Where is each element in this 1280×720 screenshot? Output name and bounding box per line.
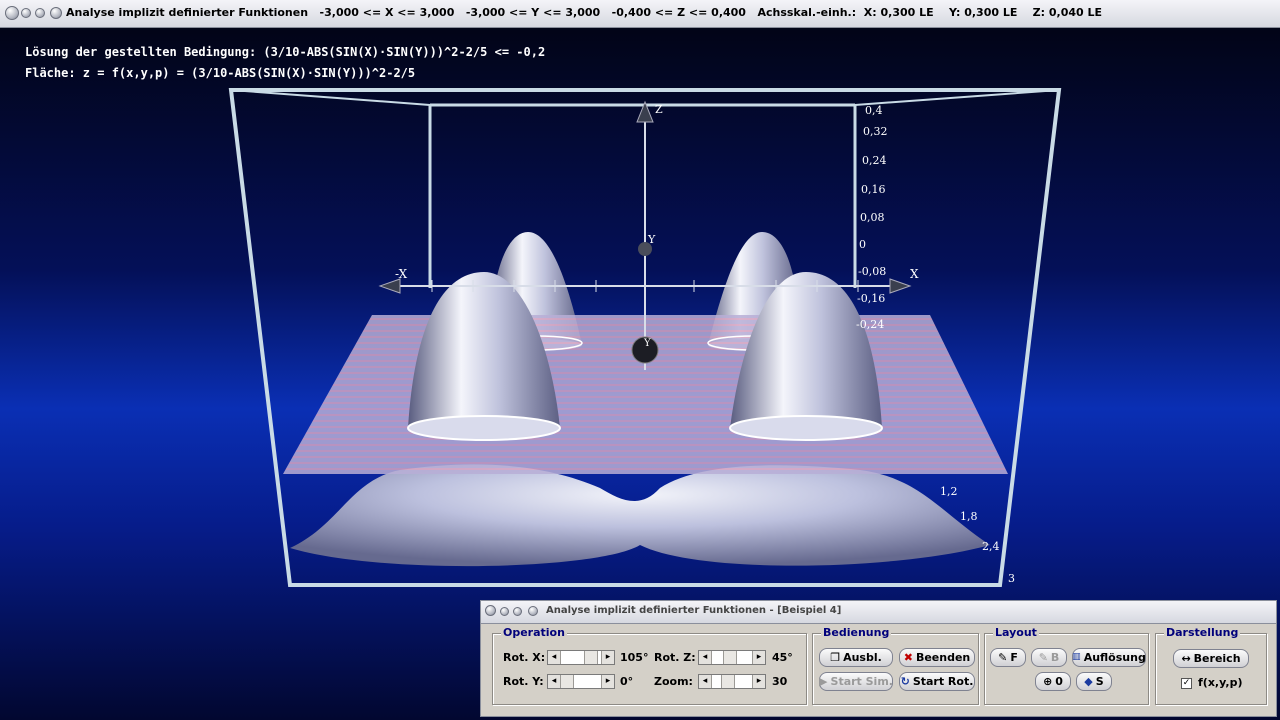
control-panel: Analyse implizit definierter Funktionen … [480, 600, 1277, 717]
layout-group-label: Layout [993, 626, 1039, 639]
neg-x-arrow [378, 278, 401, 294]
menu-circle-icon[interactable] [5, 6, 19, 20]
z-tick: 0,4 [865, 104, 883, 117]
s-button-label: S [1095, 675, 1104, 688]
y-tick: 1,2 [940, 485, 958, 498]
range-icon: ↔ [1181, 652, 1191, 665]
rotate-icon: ↻ [900, 675, 910, 688]
z-tick: 0,32 [863, 125, 888, 138]
panel-menu-circle-icon[interactable] [485, 605, 496, 616]
z-tick: -0,16 [857, 292, 886, 305]
title-bar: Analyse implizit definierter Funktionen … [0, 0, 1280, 28]
bedienung-group-label: Bedienung [821, 626, 892, 639]
rot-y-label: Rot. Y: [503, 675, 544, 688]
z-tick: -0,08 [858, 265, 887, 278]
bereich-button[interactable]: ↔ Bereich [1173, 649, 1249, 668]
pos-x-label: X [910, 267, 919, 281]
aufloesung-button-label: Auflösung [1083, 651, 1146, 664]
rot-x-value: 105° [620, 651, 649, 664]
b-button[interactable]: ✎ B [1031, 648, 1067, 667]
operation-group-label: Operation [501, 626, 567, 639]
beenden-button-label: Beenden [915, 651, 971, 664]
rot-z-slider-thumb[interactable] [723, 651, 737, 664]
bedienung-group: Bedienung ❐ Ausbl. ✖ Beenden ▶ Start Sim… [812, 626, 979, 705]
origin-button-label: 0 [1055, 675, 1063, 688]
fxyp-label: f(x,y,p) [1198, 676, 1243, 689]
rot-x-slider-thumb[interactable] [584, 651, 598, 664]
z-tick: 0,24 [862, 154, 887, 167]
grid-icon: ▥ [1072, 652, 1081, 662]
window-icon [50, 7, 62, 19]
panel-maximize-circle-icon[interactable] [513, 607, 522, 616]
bereich-button-label: Bereich [1193, 652, 1241, 665]
rot-y-slider-thumb[interactable] [560, 675, 574, 688]
pen-icon: ✎ [998, 651, 1008, 664]
minimize-circle-icon[interactable] [21, 8, 31, 18]
start-sim-button[interactable]: ▶ Start Sim. [819, 672, 893, 691]
rot-x-left-arrow[interactable]: ◂ [548, 651, 561, 664]
rot-z-value: 45° [772, 651, 793, 664]
z-label: Z [655, 103, 663, 116]
maximize-circle-icon[interactable] [35, 8, 45, 18]
aufloesung-button[interactable]: ▥ Auflösung [1072, 648, 1146, 667]
origin-button[interactable]: ⊕ 0 [1035, 672, 1071, 691]
rot-y-slider[interactable]: ◂ ▸ [547, 674, 615, 689]
rot-z-right-arrow[interactable]: ▸ [752, 651, 765, 664]
y-label: Y [648, 233, 656, 246]
ausbl-button[interactable]: ❐ Ausbl. [819, 648, 893, 667]
z-tick: -0,24 [856, 318, 885, 331]
darstellung-group: Darstellung ↔ Bereich ✓ f(x,y,p) [1155, 626, 1267, 705]
zoom-slider-thumb[interactable] [721, 675, 735, 688]
z-tick: 0 [859, 238, 866, 251]
layout-group: Layout ✎ F ✎ B ▥ Auflösung ⊕ 0 ◆ S [984, 626, 1149, 705]
panel-title-bar: Analyse implizit definierter Funktionen … [481, 601, 1276, 624]
crosshair-icon: ⊕ [1043, 675, 1053, 688]
rot-y-right-arrow[interactable]: ▸ [601, 675, 614, 688]
zoom-slider[interactable]: ◂ ▸ [698, 674, 766, 689]
pos-x-arrow [889, 278, 912, 294]
fxyp-checkbox[interactable]: ✓ [1181, 678, 1192, 689]
start-rot-button-label: Start Rot. [912, 675, 974, 688]
zoom-value: 30 [772, 675, 788, 688]
lower-surface [290, 464, 990, 567]
f-button[interactable]: ✎ F [990, 648, 1026, 667]
panel-window-icon [528, 606, 538, 616]
rot-z-left-arrow[interactable]: ◂ [699, 651, 712, 664]
neg-x-label: -X [395, 267, 408, 281]
close-icon: ✖ [903, 651, 913, 664]
window-title: Analyse implizit definierter Funktionen … [66, 6, 1103, 19]
y-tick: 2,4 [982, 540, 1000, 553]
z-tick: 0,16 [861, 183, 886, 196]
rot-x-slider[interactable]: ◂ ▸ [547, 650, 615, 665]
rot-x-label: Rot. X: [503, 651, 546, 664]
play-icon: ▶ [819, 675, 828, 688]
f-button-label: F [1010, 651, 1018, 664]
operation-group: Operation Rot. X: ◂ ▸ 105° Rot. Z: ◂ ▸ 4… [492, 626, 807, 705]
y-tick: 1,8 [960, 510, 978, 523]
s-button[interactable]: ◆ S [1076, 672, 1112, 691]
rot-z-slider[interactable]: ◂ ▸ [698, 650, 766, 665]
condition-formula: Lösung der gestellten Bedingung: (3/10-A… [25, 45, 546, 59]
zoom-left-arrow[interactable]: ◂ [699, 675, 712, 688]
start-sim-button-label: Start Sim. [830, 675, 893, 688]
ausbl-button-label: Ausbl. [843, 651, 882, 664]
hide-icon: ❐ [830, 651, 841, 664]
y-label-front: Y [644, 338, 651, 349]
eraser-icon: ◆ [1084, 675, 1093, 688]
b-button-label: B [1050, 651, 1060, 664]
panel-title: Analyse implizit definierter Funktionen … [546, 605, 842, 616]
surface-formula: Fläche: z = f(x,y,p) = (3/10-ABS(SIN(X)·… [25, 66, 416, 80]
beenden-button[interactable]: ✖ Beenden [899, 648, 975, 667]
zoom-right-arrow[interactable]: ▸ [752, 675, 765, 688]
zoom-label: Zoom: [654, 675, 693, 688]
y-tick: 3 [1008, 572, 1015, 585]
darstellung-group-label: Darstellung [1164, 626, 1241, 639]
brush-icon: ✎ [1038, 651, 1048, 664]
rot-x-right-arrow[interactable]: ▸ [601, 651, 614, 664]
start-rot-button[interactable]: ↻ Start Rot. [899, 672, 975, 691]
panel-minimize-circle-icon[interactable] [500, 607, 509, 616]
rot-y-value: 0° [620, 675, 634, 688]
z-tick: 0,08 [860, 211, 885, 224]
rot-z-label: Rot. Z: [654, 651, 696, 664]
